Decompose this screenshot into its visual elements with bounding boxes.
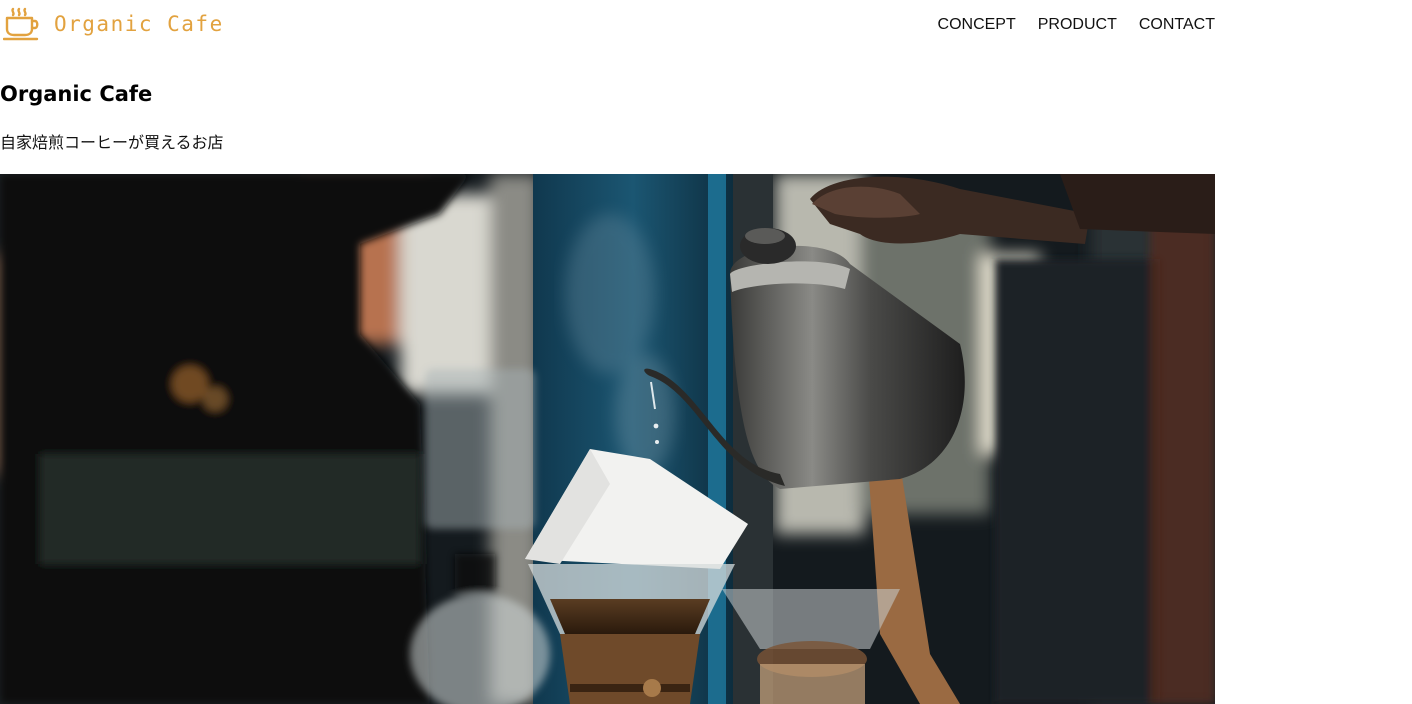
- page-subtitle: 自家焙煎コーヒーが買えるお店: [0, 133, 224, 152]
- logo-text: Organic Cafe: [54, 12, 224, 36]
- nav-link-product[interactable]: PRODUCT: [1038, 14, 1117, 36]
- nav-link-concept[interactable]: CONCEPT: [938, 14, 1016, 36]
- hero-image: [0, 174, 1215, 704]
- coffee-cup-icon: [3, 7, 39, 41]
- nav-link-contact[interactable]: CONTACT: [1139, 14, 1215, 36]
- page: Organic Cafe CONCEPT PRODUCT CONTACT Org…: [0, 0, 1412, 704]
- site-header: Organic Cafe CONCEPT PRODUCT CONTACT: [0, 0, 1215, 50]
- page-title: Organic Cafe: [0, 82, 153, 106]
- main-container: Organic Cafe CONCEPT PRODUCT CONTACT Org…: [0, 0, 1215, 704]
- main-nav: CONCEPT PRODUCT CONTACT: [938, 14, 1215, 36]
- logo-link[interactable]: Organic Cafe: [3, 7, 224, 41]
- hero-photo-coffee-pour-over: [0, 174, 1215, 704]
